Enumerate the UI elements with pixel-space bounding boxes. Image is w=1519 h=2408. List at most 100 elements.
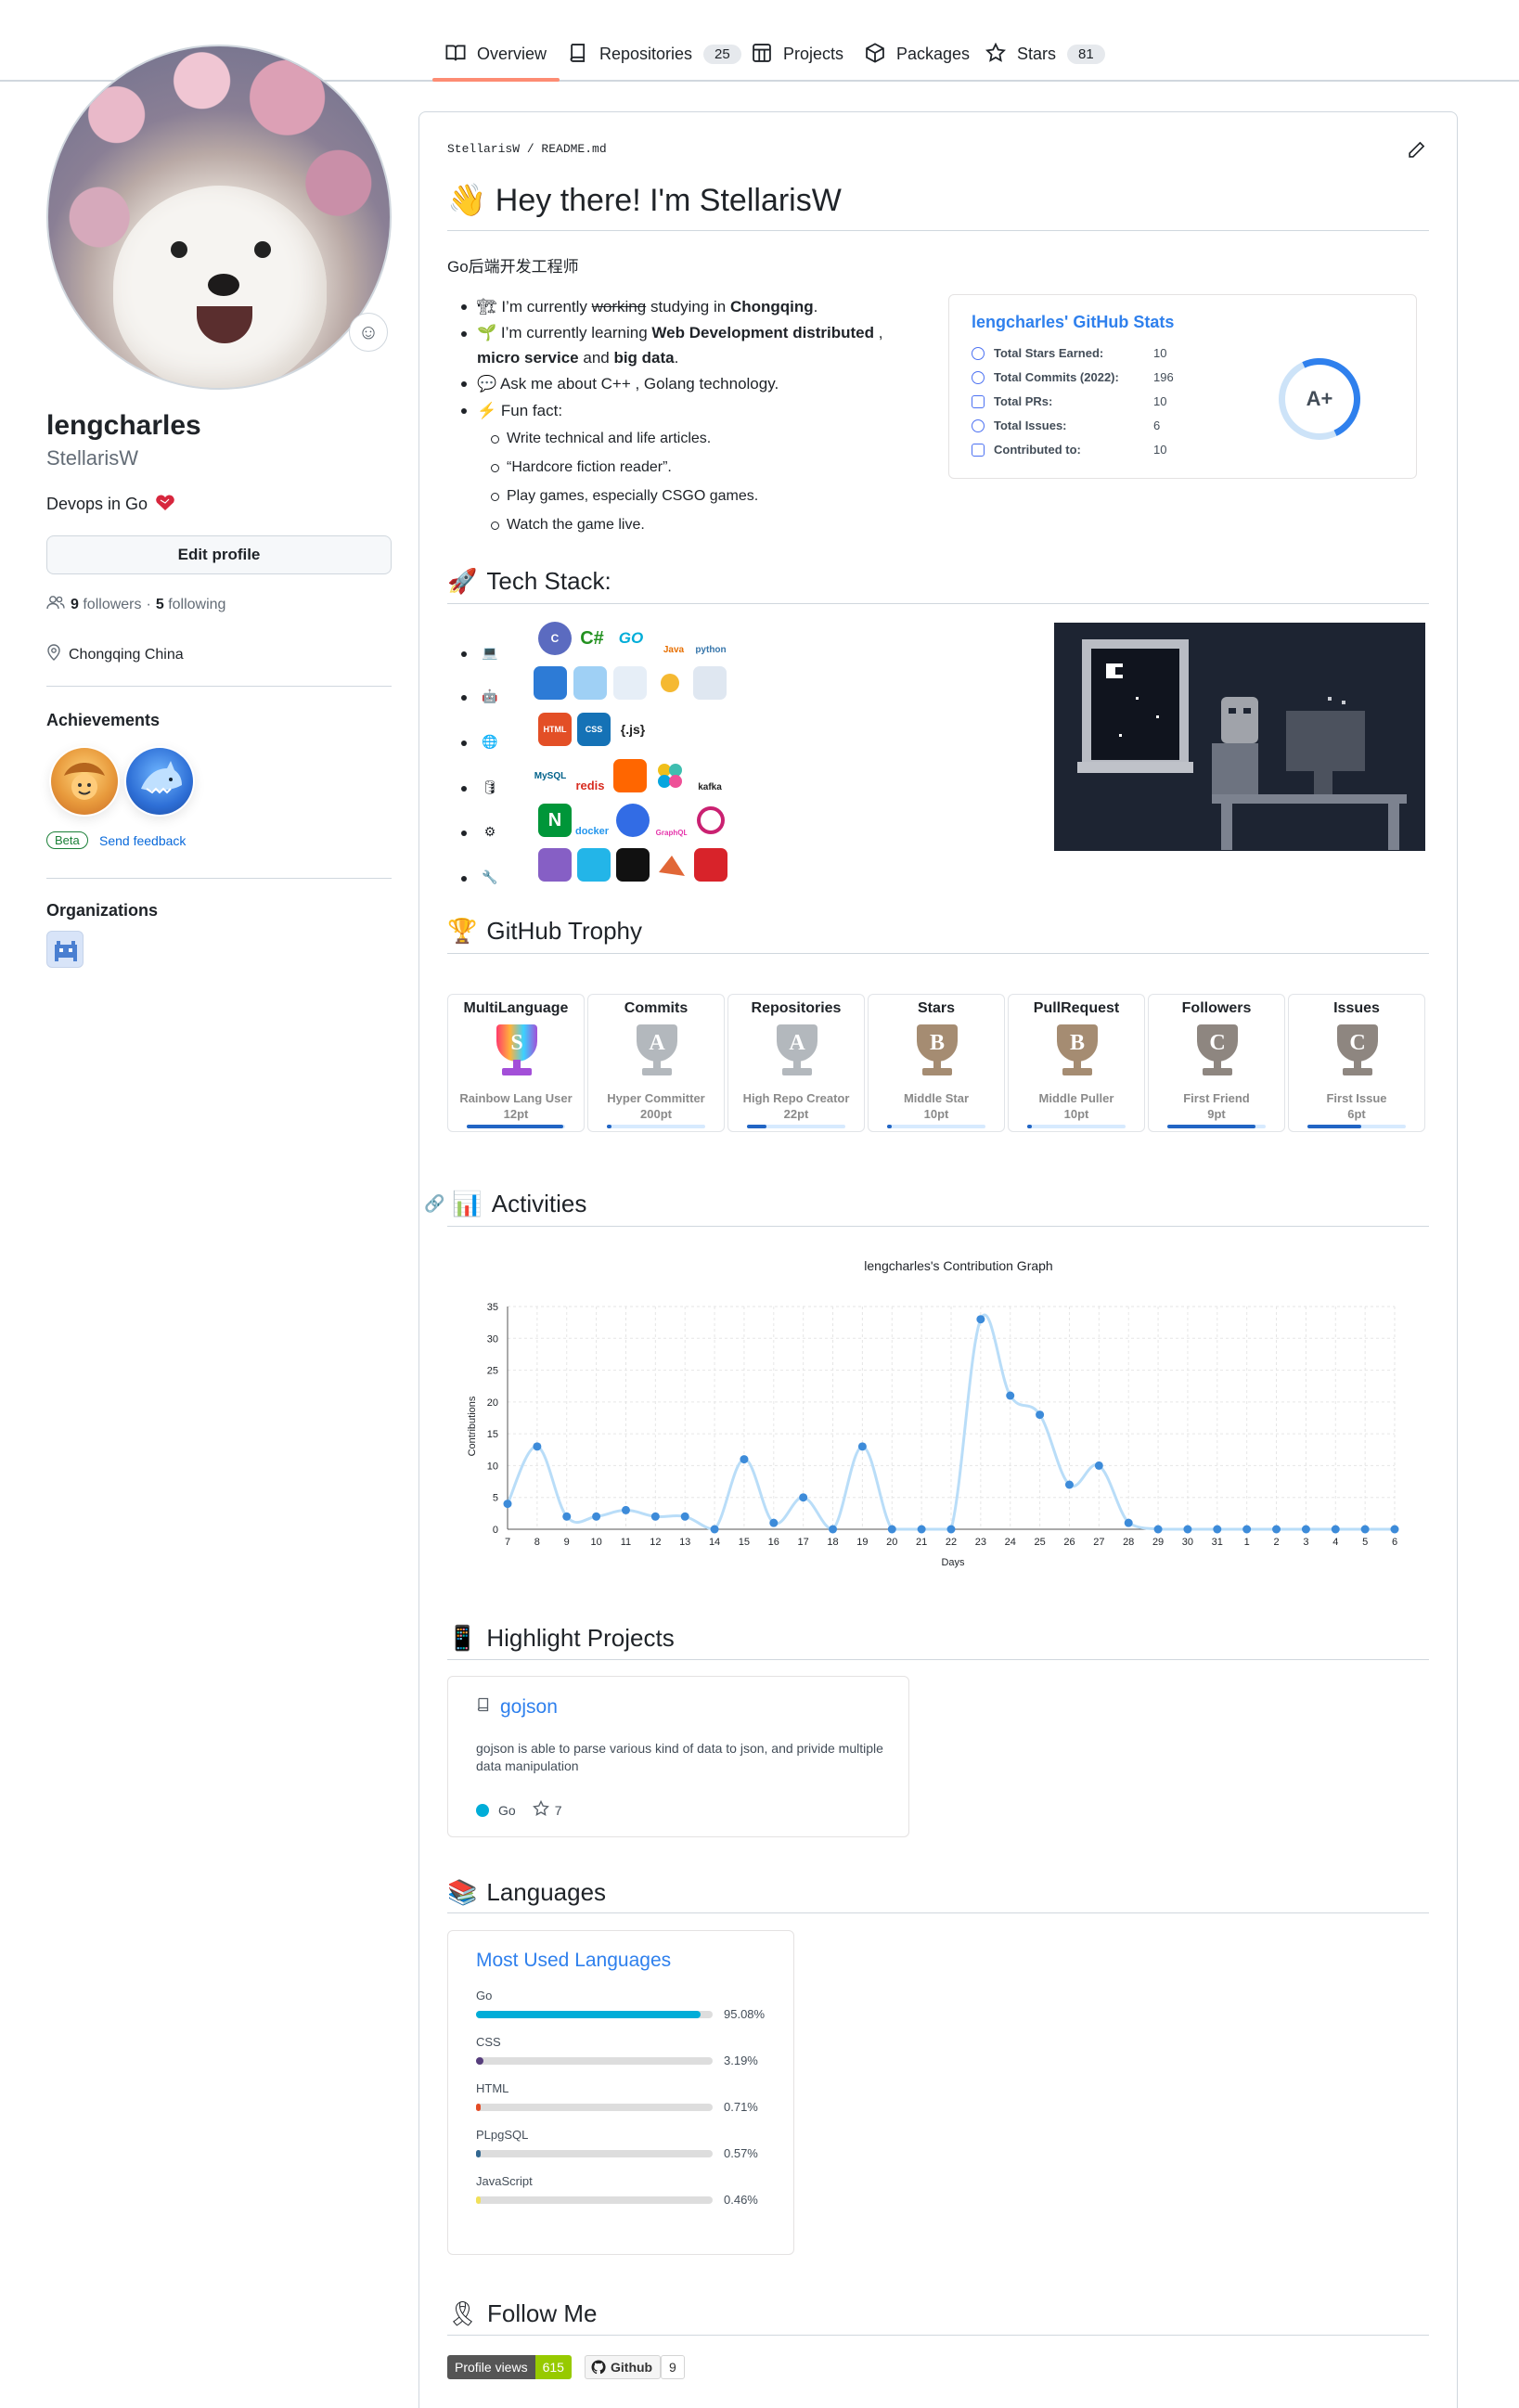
trophy-heading: 🏆 GitHub Trophy <box>447 917 642 946</box>
language-row: Go 95.08% <box>476 1989 782 2026</box>
language-track <box>476 2011 713 2018</box>
followers-link[interactable]: 9 followers <box>71 597 142 613</box>
badge-label: Github <box>611 2360 653 2375</box>
send-feedback-link[interactable]: Send feedback <box>99 833 186 848</box>
text: I’m currently learning <box>500 324 652 341</box>
achievement-badge-shark[interactable] <box>126 748 193 815</box>
chart-data-point <box>917 1525 926 1534</box>
chart-y-tick-label: 20 <box>487 1397 498 1409</box>
logo-text: MySQL <box>534 770 567 781</box>
edit-profile-button[interactable]: Edit profile <box>46 535 392 574</box>
chart-y-tick-label: 5 <box>493 1493 498 1504</box>
trophy-card[interactable]: PullRequest B Middle Puller 10pt <box>1008 994 1145 1132</box>
wrench-emoji-icon: 🔧 <box>482 869 498 884</box>
trophy-cup-icon: A <box>629 1024 685 1078</box>
achievement-badge-pull-shark[interactable] <box>51 748 118 815</box>
redis-logo-icon: redis <box>573 759 607 792</box>
github-followers-badge[interactable]: Github <box>585 2355 662 2379</box>
language-name: CSS <box>476 2035 501 2049</box>
chart-data-point <box>1094 1461 1103 1470</box>
trophy-progress-fill <box>467 1125 563 1128</box>
following-label: following <box>168 596 226 612</box>
organization-avatar[interactable] <box>46 931 84 968</box>
trophy-points: 9pt <box>1207 1107 1226 1121</box>
location-text: Chongqing China <box>69 646 184 663</box>
chart-data-point <box>769 1518 779 1527</box>
stats-value: 10 <box>1153 346 1167 360</box>
repo-icon <box>476 1696 491 1719</box>
badge-value: 615 <box>534 2355 572 2379</box>
star-icon <box>972 346 985 360</box>
project-title[interactable]: gojson <box>476 1696 558 1719</box>
chart-y-axis-label: Contributions <box>467 1396 478 1456</box>
heart-icon <box>155 495 174 511</box>
language-name: PLpgSQL <box>476 2128 529 2142</box>
trophy-card[interactable]: Issues C First Issue 6pt <box>1288 994 1425 1132</box>
trophy-rank: B <box>929 1031 945 1055</box>
tab-projects[interactable]: Projects <box>752 37 843 71</box>
trophy-points: 10pt <box>1063 1107 1089 1121</box>
tab-stars[interactable]: Stars 81 <box>985 37 1105 71</box>
chart-data-point <box>857 1442 867 1451</box>
avatar[interactable] <box>46 45 392 390</box>
text: I’m currently <box>501 298 592 315</box>
rank-text: A+ <box>1306 387 1333 410</box>
trophy-rank: C <box>1349 1031 1366 1055</box>
trophy-card[interactable]: MultiLanguage S Rainbow Lang User 12pt <box>447 994 585 1132</box>
stats-row: Total Issues: <box>972 419 1067 432</box>
graphql-logo-icon: GraphQL <box>655 804 689 837</box>
heading-text: Follow Me <box>487 2299 598 2327</box>
chart-x-tick-label: 3 <box>1303 1537 1308 1548</box>
trophy-card[interactable]: Followers C First Friend 9pt <box>1148 994 1285 1132</box>
jetbrains-logo-icon <box>616 848 650 882</box>
trophy-cup-icon: B <box>1049 1024 1105 1078</box>
languages-card[interactable]: Most Used Languages Go 95.08% CSS 3.19% HTML… <box>447 1930 794 2255</box>
language-percent: 0.46% <box>724 2193 758 2207</box>
chart-x-tick-label: 25 <box>1034 1537 1045 1548</box>
heading-rule <box>447 953 1429 954</box>
speech-bubble-emoji-icon: 💬 <box>477 375 497 393</box>
tab-label: Packages <box>896 44 971 63</box>
heading-text: Languages <box>486 1878 607 1906</box>
bold-text: Web Development distributed <box>651 324 875 341</box>
chart-data-point <box>887 1525 896 1534</box>
chart-x-tick-label: 11 <box>621 1537 631 1548</box>
following-link[interactable]: 5 following <box>156 597 226 613</box>
tab-overview[interactable]: Overview <box>431 37 560 82</box>
trophy-progress-fill <box>887 1125 893 1128</box>
chart-data-point <box>946 1525 956 1534</box>
chart-y-tick-label: 10 <box>487 1461 498 1472</box>
chart-data-point <box>1213 1525 1222 1534</box>
text: , <box>874 324 883 341</box>
repo-icon <box>972 443 985 457</box>
list-bullet <box>461 876 467 882</box>
following-count: 5 <box>155 596 164 612</box>
chart-data-point <box>1183 1525 1192 1534</box>
project-card-gojson[interactable]: gojson gojson is able to parse various k… <box>447 1676 909 1837</box>
readme-path-user[interactable]: StellarisW <box>447 142 520 156</box>
python-logo-icon: python <box>694 622 727 655</box>
stats-label: Total PRs: <box>994 394 1053 408</box>
trophy-card[interactable]: Repositories A High Repo Creator 22pt <box>727 994 865 1132</box>
chart-x-tick-label: 10 <box>590 1537 601 1548</box>
chart-y-tick-label: 30 <box>487 1333 498 1345</box>
trophy-base <box>1203 1068 1232 1075</box>
tab-label: Projects <box>783 44 844 63</box>
trophy-card[interactable]: Stars B Middle Star 10pt <box>868 994 1005 1132</box>
repo-icon <box>568 43 590 65</box>
profile-views-badge[interactable]: Profile views 615 <box>447 2355 572 2379</box>
tech-stack-heading: 🚀 Tech Stack: <box>447 567 611 596</box>
chart-data-point <box>533 1442 542 1451</box>
tab-packages[interactable]: Packages <box>865 37 970 71</box>
github-stats-card[interactable]: lengcharles' GitHub Stats Total Stars Ea… <box>948 294 1417 479</box>
text: Ask me about C++ , Golang technology. <box>499 375 779 393</box>
trophy-progress <box>887 1125 985 1128</box>
set-status-button[interactable]: ☺ <box>349 313 388 352</box>
edit-readme-button[interactable] <box>1407 141 1427 161</box>
logo-text: CSS <box>585 725 603 734</box>
tab-repositories[interactable]: Repositories 25 <box>568 37 741 71</box>
readme-path-file[interactable]: README.md <box>541 142 606 156</box>
rocket-emoji-icon: 🚀 <box>447 567 478 595</box>
trophy-card[interactable]: Commits A Hyper Committer 200pt <box>587 994 725 1132</box>
link-icon[interactable]: 🔗 <box>424 1194 444 1214</box>
